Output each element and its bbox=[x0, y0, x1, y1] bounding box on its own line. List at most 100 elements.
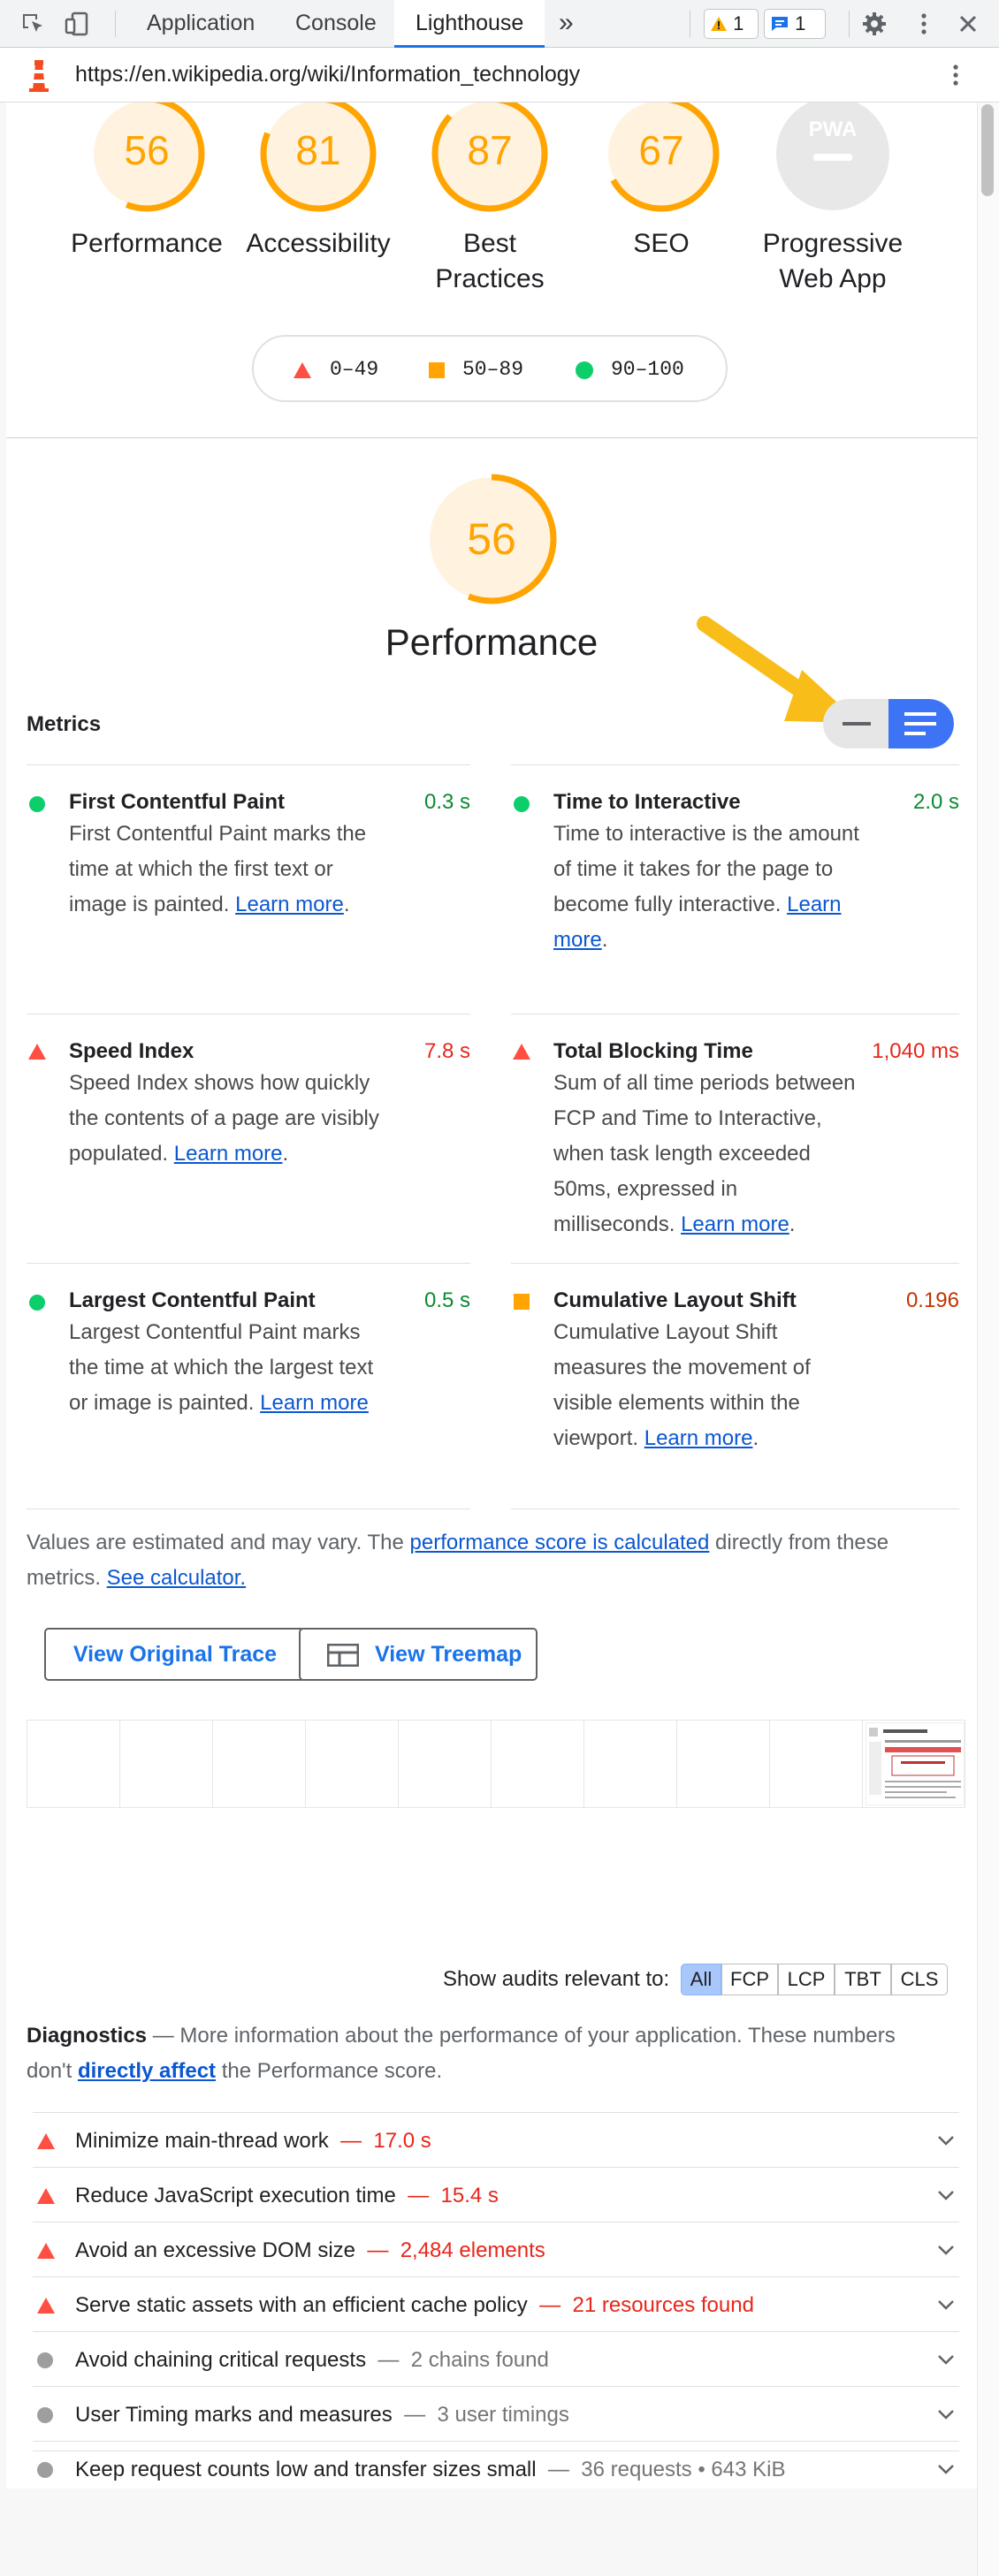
report-scrollbar[interactable] bbox=[977, 103, 999, 2576]
pass-circle-icon bbox=[576, 361, 593, 379]
score-calculated-link[interactable]: performance score is calculated bbox=[410, 1531, 710, 1554]
inspect-element-icon[interactable] bbox=[19, 11, 46, 37]
metric-title: Time to Interactive bbox=[553, 790, 741, 814]
diagnostic-separator: — bbox=[366, 2348, 411, 2372]
category-label-best-practices[interactable]: Best Practices bbox=[419, 226, 561, 297]
diagnostic-text: Avoid an excessive DOM size — 2,484 elem… bbox=[75, 2238, 545, 2263]
filmstrip-frame bbox=[770, 1721, 863, 1807]
page-url: https://en.wikipedia.org/wiki/Informatio… bbox=[75, 62, 581, 87]
learn-more-link[interactable]: Learn more bbox=[260, 1391, 369, 1415]
chevron-down-icon[interactable] bbox=[933, 2401, 959, 2428]
diagnostic-row[interactable]: Keep request counts low and transfer siz… bbox=[33, 2441, 959, 2489]
chevron-down-icon[interactable] bbox=[933, 2346, 959, 2373]
category-label-performance[interactable]: Performance bbox=[50, 226, 244, 262]
gauge-score: 67 bbox=[638, 127, 683, 173]
diagnostic-text: User Timing marks and measures — 3 user … bbox=[75, 2403, 569, 2428]
pwa-badge-text: PWA bbox=[809, 118, 858, 141]
filter-cls-button[interactable]: CLS bbox=[891, 1964, 948, 1995]
fail-triangle-icon bbox=[28, 1044, 46, 1060]
fail-triangle-icon bbox=[513, 1044, 530, 1060]
devtools-toolbar: Application Console Lighthouse » 1 1 bbox=[0, 0, 999, 48]
gauge-score: 81 bbox=[295, 127, 340, 173]
metrics-view-toggle[interactable] bbox=[823, 699, 954, 748]
diagnostic-row[interactable]: Avoid an excessive DOM size — 2,484 elem… bbox=[33, 2222, 959, 2276]
collapse-icon bbox=[843, 722, 871, 726]
chevron-down-icon[interactable] bbox=[933, 2237, 959, 2263]
fail-triangle-icon bbox=[37, 2133, 55, 2149]
messages-badge[interactable]: 1 bbox=[764, 9, 826, 39]
more-tabs-button[interactable]: » bbox=[538, 0, 595, 48]
close-icon[interactable] bbox=[955, 11, 981, 37]
tab-lighthouse[interactable]: Lighthouse bbox=[394, 0, 545, 48]
gauge-seo: 67 bbox=[603, 103, 720, 212]
filmstrip-frame bbox=[492, 1721, 584, 1807]
diagnostic-text: Serve static assets with an efficient ca… bbox=[75, 2293, 754, 2318]
metric-total-blocking-time: Total Blocking Time 1,040 ms Sum of all … bbox=[511, 1032, 959, 1262]
filter-fcp-button[interactable]: FCP bbox=[721, 1964, 778, 1995]
performance-score: 56 bbox=[467, 514, 516, 564]
filmstrip-page-thumbnail bbox=[866, 1722, 965, 1805]
see-calculator-link[interactable]: See calculator. bbox=[107, 1566, 246, 1590]
learn-more-link[interactable]: Learn more bbox=[174, 1142, 283, 1166]
warnings-badge[interactable]: 1 bbox=[704, 9, 759, 39]
filter-all-button[interactable]: All bbox=[681, 1964, 721, 1995]
device-toolbar-icon[interactable] bbox=[64, 11, 90, 37]
filmstrip-frame bbox=[27, 1721, 120, 1807]
pass-circle-icon bbox=[29, 1295, 45, 1311]
diagnostic-title: Reduce JavaScript execution time bbox=[75, 2184, 396, 2207]
diagnostic-row[interactable]: Minimize main-thread work — 17.0 s bbox=[33, 2112, 959, 2167]
diagnostics-heading: Diagnostics bbox=[27, 2024, 148, 2048]
learn-more-link[interactable]: Learn more bbox=[644, 1426, 753, 1450]
score-legend: 0–49 50–89 90–100 bbox=[252, 335, 728, 402]
filter-tbt-button[interactable]: TBT bbox=[835, 1964, 891, 1995]
view-original-trace-button[interactable]: View Original Trace bbox=[44, 1628, 306, 1681]
directly-affect-link[interactable]: directly affect bbox=[78, 2059, 216, 2083]
settings-gear-icon[interactable] bbox=[861, 11, 888, 37]
tab-console[interactable]: Console bbox=[274, 0, 398, 48]
view-treemap-button[interactable]: View Treemap bbox=[299, 1628, 538, 1681]
tab-application[interactable]: Application bbox=[126, 0, 276, 48]
category-label-seo[interactable]: SEO bbox=[564, 226, 759, 262]
chevron-down-icon[interactable] bbox=[933, 2127, 959, 2154]
category-label-pwa[interactable]: Progressive Web App bbox=[753, 226, 912, 297]
chevron-down-icon[interactable] bbox=[933, 2291, 959, 2318]
filmstrip-frame bbox=[306, 1721, 399, 1807]
metrics-estimate-note: Values are estimated and may vary. The p… bbox=[27, 1531, 889, 1590]
diagnostic-title: Avoid chaining critical requests bbox=[75, 2348, 367, 2372]
audit-filter-group: All FCP LCP TBT CLS bbox=[681, 1964, 960, 1995]
diagnostics-header: Diagnostics — More information about the… bbox=[27, 2024, 896, 2083]
metric-description: Cumulative Layout Shift measures the mov… bbox=[553, 1320, 811, 1450]
metric-title: First Contentful Paint bbox=[69, 790, 285, 814]
diagnostic-row[interactable]: Avoid chaining critical requests — 2 cha… bbox=[33, 2331, 959, 2386]
view-treemap-label: View Treemap bbox=[375, 1642, 522, 1667]
pass-circle-icon bbox=[514, 796, 530, 812]
diagnostic-row[interactable]: Serve static assets with an efficient ca… bbox=[33, 2276, 959, 2331]
filter-lcp-button[interactable]: LCP bbox=[778, 1964, 835, 1995]
filmstrip bbox=[27, 1720, 965, 1808]
diagnostic-text: Reduce JavaScript execution time — 15.4 … bbox=[75, 2184, 499, 2208]
average-square-icon bbox=[429, 362, 445, 378]
gauge-performance: 56 bbox=[88, 103, 205, 212]
gauge-best-practices: 87 bbox=[431, 103, 548, 212]
metric-value: 0.5 s bbox=[423, 1288, 470, 1312]
compact-view-button[interactable] bbox=[823, 699, 888, 748]
category-label-accessibility[interactable]: Accessibility bbox=[221, 226, 416, 262]
scrollbar-thumb[interactable] bbox=[981, 104, 994, 196]
learn-more-link[interactable]: Learn more bbox=[681, 1212, 789, 1236]
fail-triangle-icon bbox=[37, 2188, 55, 2204]
filmstrip-frame bbox=[120, 1721, 213, 1807]
filmstrip-frame bbox=[399, 1721, 492, 1807]
category-gauges: 56 81 87 67 PWA bbox=[88, 103, 889, 212]
diagnostic-title: Keep request counts low and transfer siz… bbox=[75, 2458, 537, 2481]
metric-description: First Contentful Paint marks the time at… bbox=[69, 822, 367, 916]
report-menu-icon[interactable] bbox=[942, 62, 969, 88]
average-square-icon bbox=[514, 1294, 530, 1310]
kebab-menu-icon[interactable] bbox=[911, 11, 937, 37]
diagnostic-row[interactable]: User Timing marks and measures — 3 user … bbox=[33, 2386, 959, 2441]
chevron-down-icon[interactable] bbox=[933, 2456, 959, 2482]
expanded-view-button[interactable] bbox=[888, 699, 954, 748]
chevron-down-icon[interactable] bbox=[933, 2182, 959, 2208]
learn-more-link[interactable]: Learn more bbox=[235, 893, 344, 916]
diagnostic-title: User Timing marks and measures bbox=[75, 2403, 393, 2427]
diagnostic-row[interactable]: Reduce JavaScript execution time — 15.4 … bbox=[33, 2167, 959, 2222]
